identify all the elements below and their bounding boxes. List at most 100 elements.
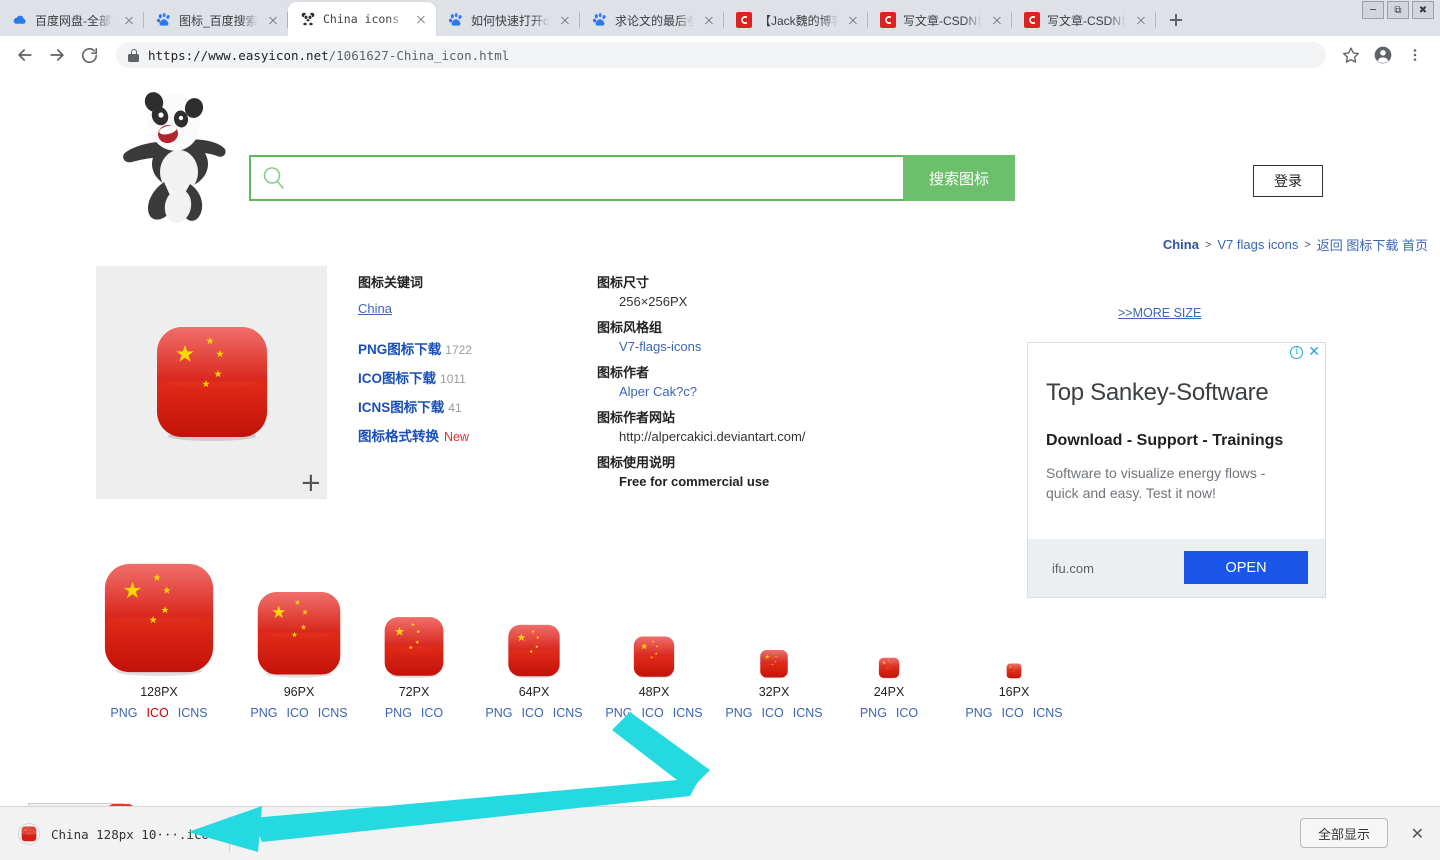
download-count: 1011 xyxy=(440,372,466,386)
download-link-2[interactable]: ICNS图标下载 xyxy=(358,400,444,415)
download-link-3[interactable]: 图标格式转换 xyxy=(358,429,439,444)
breadcrumb: China > V7 flags icons > 返回 图标下载 首页 xyxy=(1163,235,1428,254)
address-bar[interactable]: https://www.easyicon.net/1061627-China_i… xyxy=(116,42,1326,68)
baidu-cloud-icon xyxy=(12,12,28,28)
new-badge: New xyxy=(444,430,470,444)
download-menu-chevron-icon[interactable]: ^ xyxy=(222,827,228,841)
browser-tab-7[interactable]: 写文章-CSDN博客 xyxy=(1012,4,1156,36)
browser-tab-3[interactable]: 如何快速打开cmd xyxy=(436,4,580,36)
download-link-row: 图标格式转换 New xyxy=(358,425,588,445)
size-thumbnail[interactable] xyxy=(964,529,1064,679)
browser-tab-5[interactable]: 【Jack魏的博客】 xyxy=(724,4,868,36)
browser-tab-0[interactable]: 百度网盘-全部文件 xyxy=(0,4,144,36)
meta-label-2: 图标作者 xyxy=(597,365,650,380)
format-link-ico[interactable]: ICO xyxy=(761,706,783,720)
size-thumbnail[interactable] xyxy=(844,529,934,679)
close-download-shelf-icon[interactable]: ✕ xyxy=(1411,824,1424,843)
profile-avatar-icon[interactable] xyxy=(1368,40,1398,70)
keyword-link[interactable]: China xyxy=(358,301,588,316)
format-link-png[interactable]: PNG xyxy=(485,706,512,720)
icon-preview-panel[interactable] xyxy=(96,266,327,499)
download-count: 41 xyxy=(448,401,462,415)
format-link-icns[interactable]: ICNS xyxy=(318,706,348,720)
download-link-1[interactable]: ICO图标下载 xyxy=(358,371,436,386)
ad-info-icon[interactable]: i xyxy=(1290,346,1304,359)
close-tab-icon[interactable] xyxy=(989,12,1005,28)
browser-tab-4[interactable]: 求论文的最后参考 xyxy=(580,4,724,36)
more-menu-icon[interactable] xyxy=(1400,40,1430,70)
more-size-link[interactable]: >>MORE SIZE xyxy=(1118,306,1201,320)
format-link-ico[interactable]: ICO xyxy=(896,706,918,720)
format-link-icns[interactable]: ICNS xyxy=(673,706,703,720)
show-all-downloads-button[interactable]: 全部显示 xyxy=(1300,818,1388,848)
meta-value-2[interactable]: Alper Cak?c? xyxy=(597,384,997,399)
tab-title: 图标_百度搜索 xyxy=(179,13,258,28)
browser-tab-1[interactable]: 图标_百度搜索 xyxy=(144,4,288,36)
format-link-ico[interactable]: ICO xyxy=(286,706,308,720)
format-link-ico[interactable]: ICO xyxy=(421,706,443,720)
close-tab-icon[interactable] xyxy=(557,12,573,28)
format-link-icns[interactable]: ICNS xyxy=(553,706,583,720)
baidu-icon xyxy=(156,12,172,28)
bookmark-star-icon[interactable] xyxy=(1336,40,1366,70)
tab-title: 写文章-CSDN博客 xyxy=(903,13,982,28)
close-tab-icon[interactable] xyxy=(121,12,137,28)
format-link-png[interactable]: PNG xyxy=(725,706,752,720)
meta-value-1[interactable]: V7-flags-icons xyxy=(597,339,997,354)
format-link-png[interactable]: PNG xyxy=(385,706,412,720)
back-icon[interactable] xyxy=(10,40,40,70)
format-link-icns[interactable]: ICNS xyxy=(1033,706,1063,720)
baidu-icon xyxy=(448,12,464,28)
login-button[interactable]: 登录 xyxy=(1253,165,1323,197)
close-window-button[interactable]: ✖ xyxy=(1412,1,1434,19)
close-tab-icon[interactable] xyxy=(1133,12,1149,28)
format-link-png[interactable]: PNG xyxy=(965,706,992,720)
download-item[interactable]: China 128px 10···.ico ^ xyxy=(8,816,230,852)
search-button[interactable]: 搜索图标 xyxy=(903,155,1015,201)
forward-icon[interactable] xyxy=(42,40,72,70)
size-thumbnail[interactable] xyxy=(604,529,704,679)
size-thumbnail[interactable] xyxy=(364,529,464,679)
format-link-png[interactable]: PNG xyxy=(860,706,887,720)
search-input[interactable] xyxy=(289,158,913,198)
minimize-button[interactable]: ─ xyxy=(1362,1,1384,19)
meta-value-4: Free for commercial use xyxy=(619,474,770,489)
format-link-ico[interactable]: ICO xyxy=(1001,706,1023,720)
download-link-0[interactable]: PNG图标下载 xyxy=(358,342,441,357)
format-link-png[interactable]: PNG xyxy=(605,706,632,720)
format-link-png[interactable]: PNG xyxy=(250,706,277,720)
breadcrumb-current[interactable]: China xyxy=(1163,237,1199,252)
format-link-png[interactable]: PNG xyxy=(110,706,137,720)
format-link-ico[interactable]: ICO xyxy=(521,706,543,720)
baidu-icon xyxy=(592,12,608,28)
size-thumbnail[interactable] xyxy=(724,529,824,679)
breadcrumb-parent[interactable]: V7 flags icons xyxy=(1217,237,1298,252)
format-links: PNG ICO ICNS xyxy=(964,706,1064,720)
format-link-icns[interactable]: ICNS xyxy=(793,706,823,720)
expand-preview-icon[interactable]: + xyxy=(300,470,322,496)
browser-toolbar: https://www.easyicon.net/1061627-China_i… xyxy=(0,36,1440,74)
close-tab-icon[interactable] xyxy=(845,12,861,28)
breadcrumb-home[interactable]: 返回 图标下载 首页 xyxy=(1317,235,1428,254)
size-thumbnail[interactable] xyxy=(244,529,354,679)
restore-button[interactable]: ⧉ xyxy=(1387,1,1409,19)
size-thumbnail[interactable] xyxy=(100,529,218,679)
close-tab-icon[interactable] xyxy=(701,12,717,28)
ad-close-icon[interactable]: ✕ xyxy=(1308,345,1320,359)
new-tab-button[interactable] xyxy=(1162,6,1190,34)
meta-label-4: 图标使用说明 xyxy=(597,455,676,470)
format-link-ico[interactable]: ICO xyxy=(641,706,663,720)
format-link-ico[interactable]: ICO xyxy=(146,706,168,720)
download-link-row: ICNS图标下载 41 xyxy=(358,396,588,416)
size-thumbnail[interactable] xyxy=(484,529,584,679)
meta-value-0: 256×256PX xyxy=(619,294,688,309)
search-box[interactable] xyxy=(249,155,915,201)
reload-icon[interactable] xyxy=(74,40,104,70)
browser-tab-6[interactable]: 写文章-CSDN博客 xyxy=(868,4,1012,36)
close-tab-icon[interactable] xyxy=(265,12,281,28)
format-link-icns[interactable]: ICNS xyxy=(178,706,208,720)
icon-size-list: 128PX PNG ICO ICNS 96PX PNG ICO ICNS 72PX PNG ICO 6… xyxy=(96,529,1336,789)
close-tab-icon[interactable] xyxy=(413,11,429,27)
format-links: PNG ICO xyxy=(364,706,464,720)
browser-tab-active[interactable]: China icons - V7 xyxy=(288,2,436,36)
